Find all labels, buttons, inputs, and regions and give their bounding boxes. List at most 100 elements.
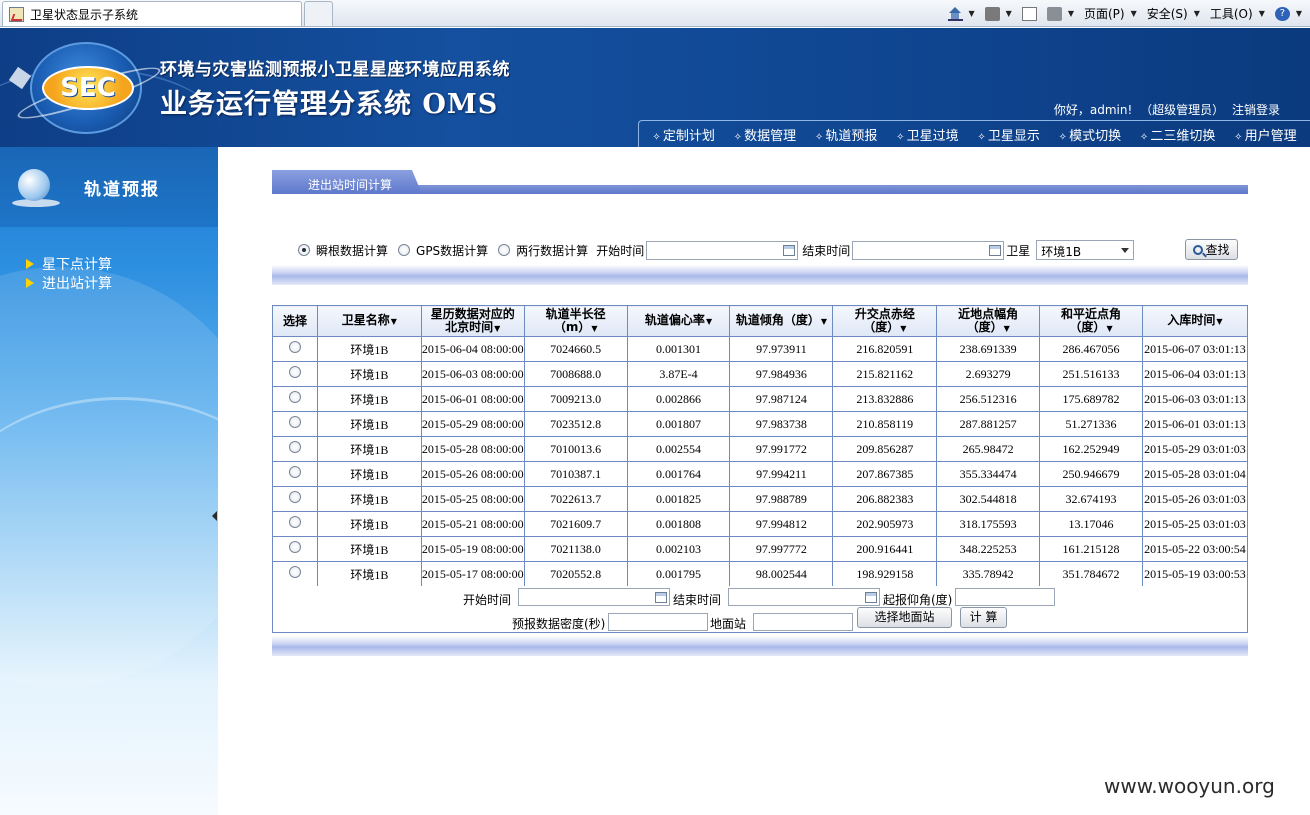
page-menu[interactable]: 页面(P) ▼ [1084, 5, 1137, 22]
row-select-radio[interactable] [288, 416, 301, 428]
table-row[interactable]: 环境1B 2015-06-04 08:00:00 7024660.5 0.001301… [272, 336, 1249, 362]
nav-item-satellite-display[interactable]: ✧ 卫星显示 [977, 125, 1039, 144]
nav-item-data-management[interactable]: ✧ 数据管理 [734, 125, 796, 144]
select-cell [272, 336, 318, 362]
column-header[interactable]: 轨道半长径 （m）▼ [523, 305, 628, 337]
sort-arrow-icon[interactable]: ▼ [591, 324, 597, 333]
nav-item-mode-switch[interactable]: ✧ 模式切换 [1059, 125, 1121, 144]
table-row[interactable]: 环境1B 2015-05-28 08:00:00 7010013.6 0.002554… [272, 436, 1249, 462]
table-row[interactable]: 环境1B 2015-05-26 08:00:00 7010387.1 0.001764… [272, 461, 1249, 487]
row-select-radio[interactable] [288, 391, 301, 403]
row-select-radio[interactable] [288, 366, 301, 378]
sidebar-item-label: 进出站计算 [42, 275, 112, 292]
search-button[interactable]: 查找 [1185, 239, 1238, 260]
table-cell: 213.832886 [832, 386, 938, 412]
triangle-right-icon [26, 258, 34, 269]
home-button[interactable]: ▼ [947, 6, 975, 21]
system-title: 业务运行管理分系统 OMS [160, 89, 499, 120]
sort-arrow-icon[interactable]: ▼ [821, 317, 827, 326]
sort-arrow-icon[interactable]: ▼ [494, 324, 500, 333]
compute-button[interactable]: 计 算 [960, 607, 1007, 628]
select-cell [272, 486, 318, 512]
nav-item-label: 卫星过境 [906, 128, 959, 144]
safety-menu[interactable]: 安全(S) ▼ [1147, 5, 1200, 22]
tools-menu[interactable]: 工具(O) ▼ [1210, 5, 1265, 22]
calendar-icon[interactable] [865, 592, 877, 603]
calendar-icon[interactable] [989, 244, 1002, 256]
table-row[interactable]: 环境1B 2015-05-19 08:00:00 7021138.0 0.002103… [272, 536, 1249, 562]
sidebar-item-subsatellite-point[interactable]: 星下点计算 [26, 254, 112, 273]
new-tab-button[interactable] [304, 1, 333, 26]
density-input[interactable] [608, 613, 708, 631]
table-row[interactable]: 环境1B 2015-05-21 08:00:00 7021609.7 0.001808… [272, 511, 1249, 537]
column-header[interactable]: 轨道倾角（度）▼ [729, 305, 834, 337]
table-cell: 环境1B [316, 561, 422, 587]
nav-item-2d3d-switch[interactable]: ✧ 二三维切换 [1140, 125, 1215, 144]
radio-two-line-data[interactable] [498, 244, 511, 256]
row-select-radio[interactable] [288, 541, 301, 553]
row-select-radio[interactable] [288, 491, 301, 503]
select-station-button[interactable]: 选择地面站 [857, 607, 952, 628]
sort-arrow-icon[interactable]: ▼ [391, 317, 397, 326]
column-header[interactable]: 近地点幅角 （度）▼ [936, 305, 1041, 337]
feeds-button[interactable]: ▼ [984, 6, 1012, 21]
sort-arrow-icon[interactable]: ▼ [1106, 324, 1112, 333]
table-row[interactable]: 环境1B 2015-06-01 08:00:00 7009213.0 0.002866… [272, 386, 1249, 412]
tools-menu-label: 工具(O) [1209, 7, 1253, 21]
row-select-radio[interactable] [288, 341, 301, 353]
row-select-radio[interactable] [288, 441, 301, 453]
browser-tab[interactable]: 卫星状态显示子系统 [2, 1, 302, 26]
end-time-input[interactable] [852, 240, 1005, 260]
nav-item-plan[interactable]: ✧ 定制计划 [652, 125, 714, 144]
sidebar-item-station-passes[interactable]: 进出站计算 [26, 273, 112, 292]
column-header[interactable]: 入库时间▼ [1141, 305, 1249, 337]
satellite-select[interactable]: 环境1B [1036, 240, 1135, 260]
nav-item-satellite-pass[interactable]: ✧ 卫星过境 [896, 125, 958, 144]
read-mail-button[interactable] [1021, 6, 1037, 21]
logout-link[interactable]: 注销登录 [1232, 103, 1280, 117]
calc-end-input[interactable] [728, 588, 880, 606]
nav-item-user-management[interactable]: ✧ 用户管理 [1234, 125, 1296, 144]
satellite-select-value: 环境1B [1041, 245, 1082, 259]
nav-item-orbit-forecast[interactable]: ✧ 轨道预报 [815, 125, 877, 144]
table-row[interactable]: 环境1B 2015-05-29 08:00:00 7023512.8 0.001807… [272, 411, 1249, 437]
print-button[interactable]: ▼ [1046, 6, 1074, 21]
sort-arrow-icon[interactable]: ▼ [1216, 317, 1222, 326]
help-menu[interactable]: ? ▼ [1274, 6, 1302, 21]
column-header[interactable]: 升交点赤经 （度）▼ [832, 305, 938, 337]
search-button-label: 查找 [1205, 243, 1230, 257]
table-cell: 7020552.8 [523, 561, 628, 587]
calendar-icon[interactable] [655, 592, 667, 603]
row-select-radio[interactable] [288, 516, 301, 528]
column-header[interactable]: 卫星名称▼ [316, 305, 422, 337]
table-cell: 98.002544 [729, 561, 834, 587]
row-select-radio[interactable] [288, 566, 301, 578]
table-cell: 2015-05-25 03:01:03 [1141, 511, 1249, 537]
browser-tab-title: 卫星状态显示子系统 [30, 7, 139, 22]
station-input[interactable] [753, 613, 853, 631]
table-row[interactable]: 环境1B 2015-05-17 08:00:00 7020552.8 0.001795… [272, 561, 1249, 587]
sidebar-collapse-arrow-icon[interactable] [212, 511, 217, 521]
calc-start-input[interactable] [518, 588, 670, 606]
table-cell: 7022613.7 [523, 486, 628, 512]
table-cell: 97.991772 [729, 436, 834, 462]
row-select-radio[interactable] [288, 466, 301, 478]
radio-instant-elements[interactable] [298, 244, 310, 256]
column-header[interactable]: 星历数据对应的 北京时间▼ [420, 305, 525, 337]
calendar-icon[interactable] [783, 244, 796, 256]
table-row[interactable]: 环境1B 2015-05-25 08:00:00 7022613.7 0.001825… [272, 486, 1249, 512]
radio-gps-data[interactable] [398, 244, 411, 256]
table-cell: 2015-05-17 08:00:00 [420, 561, 525, 587]
sort-arrow-icon[interactable]: ▼ [900, 324, 906, 333]
table-row[interactable]: 环境1B 2015-06-03 08:00:00 7008688.0 3.87E-4 9… [272, 361, 1249, 387]
section-tab[interactable]: 进出站时间计算 [272, 170, 422, 194]
table-cell: 238.691339 [936, 336, 1041, 362]
table-body: 环境1B 2015-06-04 08:00:00 7024660.5 0.001301… [272, 336, 1249, 587]
table-cell: 环境1B [316, 336, 422, 362]
sort-arrow-icon[interactable]: ▼ [706, 317, 712, 326]
start-time-input[interactable] [646, 240, 799, 260]
sort-arrow-icon[interactable]: ▼ [1004, 324, 1010, 333]
column-header[interactable]: 轨道偏心率▼ [626, 305, 731, 337]
column-header[interactable]: 和平近点角 （度）▼ [1039, 305, 1143, 337]
elevation-input[interactable] [955, 588, 1055, 606]
